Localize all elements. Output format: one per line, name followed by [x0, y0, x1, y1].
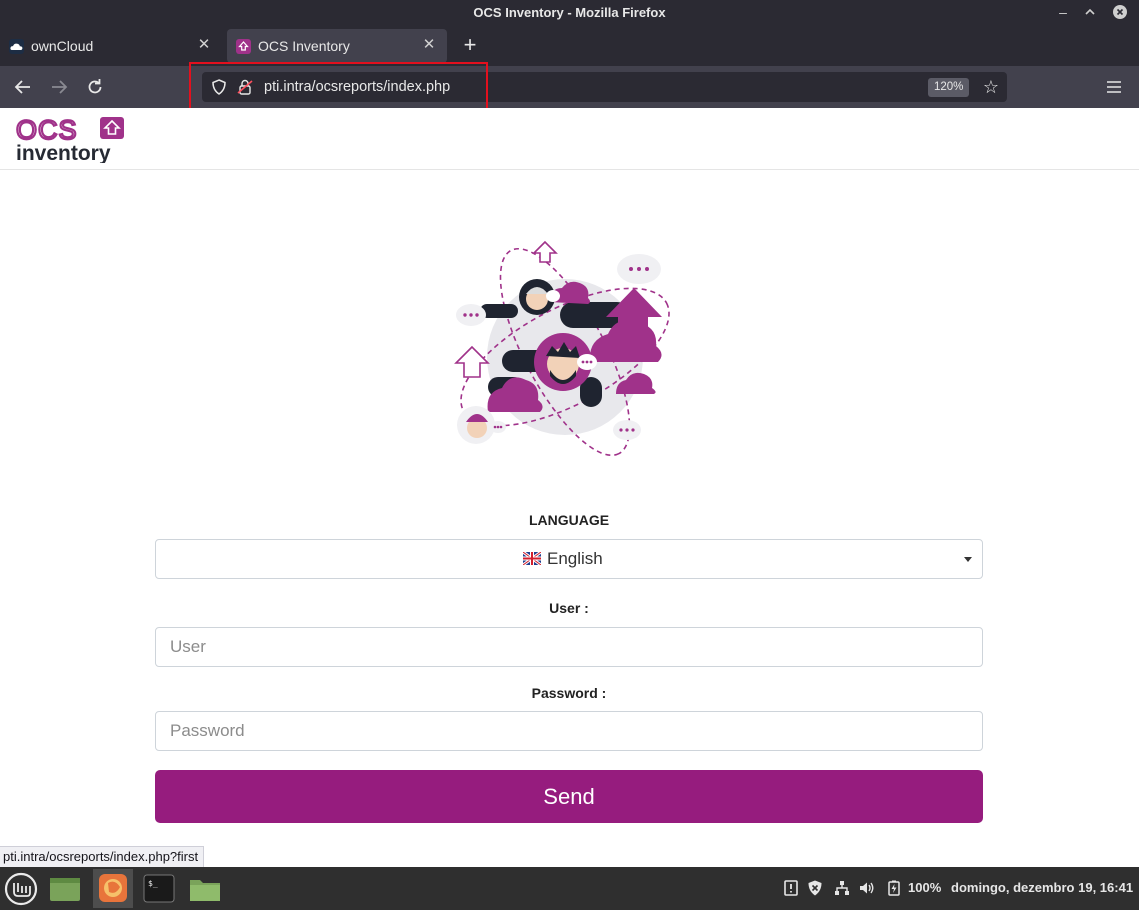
- language-label: LANGUAGE: [528, 512, 610, 528]
- app-menu-button[interactable]: [1103, 75, 1125, 99]
- battery-percentage: 100%: [908, 880, 942, 895]
- uk-flag-icon: [522, 550, 542, 567]
- window-title: OCS Inventory - Mozilla Firefox: [473, 5, 666, 20]
- minimize-button[interactable]: ‒: [1053, 2, 1073, 22]
- bookmark-star-icon[interactable]: ☆: [980, 76, 1002, 98]
- linux-mint-icon: [4, 872, 38, 906]
- files-taskbar-button[interactable]: [185, 869, 225, 908]
- tab-owncloud[interactable]: ownCloud ✕: [0, 29, 222, 63]
- link-status-tooltip: pti.intra/ocsreports/index.php?first: [0, 846, 205, 867]
- network-icon[interactable]: [833, 879, 851, 897]
- desktop-folder-icon: [50, 878, 80, 901]
- close-icon: [1113, 5, 1127, 19]
- show-desktop-button[interactable]: [45, 869, 85, 908]
- back-button[interactable]: [10, 75, 36, 99]
- terminal-taskbar-button[interactable]: $_: [139, 869, 179, 908]
- reload-icon: [88, 79, 102, 94]
- mint-menu-button[interactable]: [2, 869, 42, 908]
- tab-strip: ownCloud ✕ OCS Inventory ✕ +: [0, 26, 1139, 66]
- url-highlight-box: [189, 62, 488, 112]
- user-input[interactable]: [155, 627, 983, 667]
- tab-label: OCS Inventory: [258, 38, 350, 54]
- tab-ocs-inventory[interactable]: OCS Inventory ✕: [227, 29, 447, 63]
- arrow-right-icon: [52, 80, 68, 94]
- maximize-button[interactable]: [1080, 2, 1100, 22]
- window-titlebar: OCS Inventory - Mozilla Firefox ‒: [0, 0, 1139, 26]
- security-shield-icon[interactable]: [806, 879, 824, 897]
- new-tab-button[interactable]: +: [458, 33, 482, 57]
- svg-text:OCS: OCS: [16, 115, 78, 145]
- close-tab-icon[interactable]: ✕: [419, 35, 439, 55]
- send-button[interactable]: Send: [155, 770, 983, 823]
- close-tab-icon[interactable]: ✕: [194, 35, 214, 55]
- maximize-icon: [1085, 8, 1095, 15]
- arrow-left-icon: [14, 80, 30, 94]
- folder-icon: [190, 880, 220, 901]
- owncloud-cloud-icon: [9, 39, 24, 54]
- update-manager-icon[interactable]: [782, 879, 800, 897]
- page-header: OCS inventory: [0, 108, 1139, 170]
- desktop-taskbar: $_ 100% domingo, dezembro 19, 16:41: [0, 867, 1139, 910]
- volume-icon[interactable]: [858, 879, 876, 897]
- battery-icon[interactable]: [885, 879, 903, 897]
- clock[interactable]: domingo, dezembro 19, 16:41: [951, 880, 1133, 895]
- language-selected-value: English: [547, 549, 603, 568]
- firefox-icon: [99, 874, 127, 902]
- close-window-button[interactable]: [1110, 2, 1130, 22]
- hamburger-menu-icon: [1107, 81, 1121, 93]
- ocs-inventory-icon: [236, 39, 251, 54]
- svg-text:$_: $_: [148, 879, 158, 888]
- hero-illustration: [440, 222, 690, 467]
- tab-label: ownCloud: [31, 38, 94, 54]
- password-label: Password :: [531, 685, 607, 701]
- forward-button[interactable]: [46, 75, 72, 99]
- user-label: User :: [549, 600, 589, 616]
- navigation-toolbar: pti.intra/ocsreports/index.php 120% ☆: [0, 66, 1139, 108]
- terminal-icon: $_: [143, 874, 175, 903]
- zoom-level-badge[interactable]: 120%: [928, 78, 970, 97]
- language-select[interactable]: English: [155, 539, 983, 579]
- login-form: LANGUAGE English User : Password : Send: [155, 512, 983, 823]
- svg-text:inventory: inventory: [16, 142, 111, 163]
- password-input[interactable]: [155, 711, 983, 751]
- reload-button[interactable]: [82, 75, 108, 99]
- ocs-inventory-logo[interactable]: OCS inventory: [15, 113, 126, 165]
- chevron-down-icon: [964, 557, 972, 562]
- firefox-taskbar-button[interactable]: [93, 869, 133, 908]
